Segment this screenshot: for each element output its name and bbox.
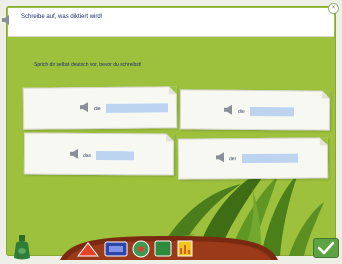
answer-input[interactable]: [105, 103, 169, 113]
article-label: die: [93, 105, 101, 113]
answer-input[interactable]: [241, 153, 299, 164]
page-fold: [168, 86, 177, 95]
page-fold: [322, 90, 331, 99]
instruction-bar: [8, 8, 334, 37]
speaker-icon[interactable]: [79, 102, 91, 113]
answer-input[interactable]: [249, 106, 295, 117]
dictation-card-4: der: [177, 137, 329, 180]
speaker-icon[interactable]: [69, 148, 81, 159]
dictation-card-3: das: [23, 132, 175, 176]
close-button[interactable]: ×: [328, 3, 339, 14]
speaker-icon[interactable]: [1, 14, 13, 26]
check-icon: [317, 241, 335, 255]
check-button[interactable]: [313, 238, 339, 258]
bottle-icon[interactable]: [11, 234, 33, 260]
article-label: die: [237, 108, 245, 115]
hint-text: Sprich dir selbst deutsch vor, bevor du …: [34, 62, 142, 68]
page-fold: [166, 133, 175, 142]
article-label: der: [228, 156, 237, 163]
dictation-card-1: die: [22, 86, 178, 130]
exercise-board: [6, 6, 336, 256]
answer-input[interactable]: [95, 150, 135, 161]
speaker-icon[interactable]: [215, 152, 227, 163]
article-label: das: [82, 152, 92, 159]
dictation-card-2: die: [179, 89, 331, 131]
close-icon: ×: [331, 5, 336, 11]
instruction-text: Schreibe auf, was diktiert wird!: [21, 14, 103, 20]
page-fold: [319, 137, 328, 146]
speaker-icon[interactable]: [223, 104, 235, 115]
